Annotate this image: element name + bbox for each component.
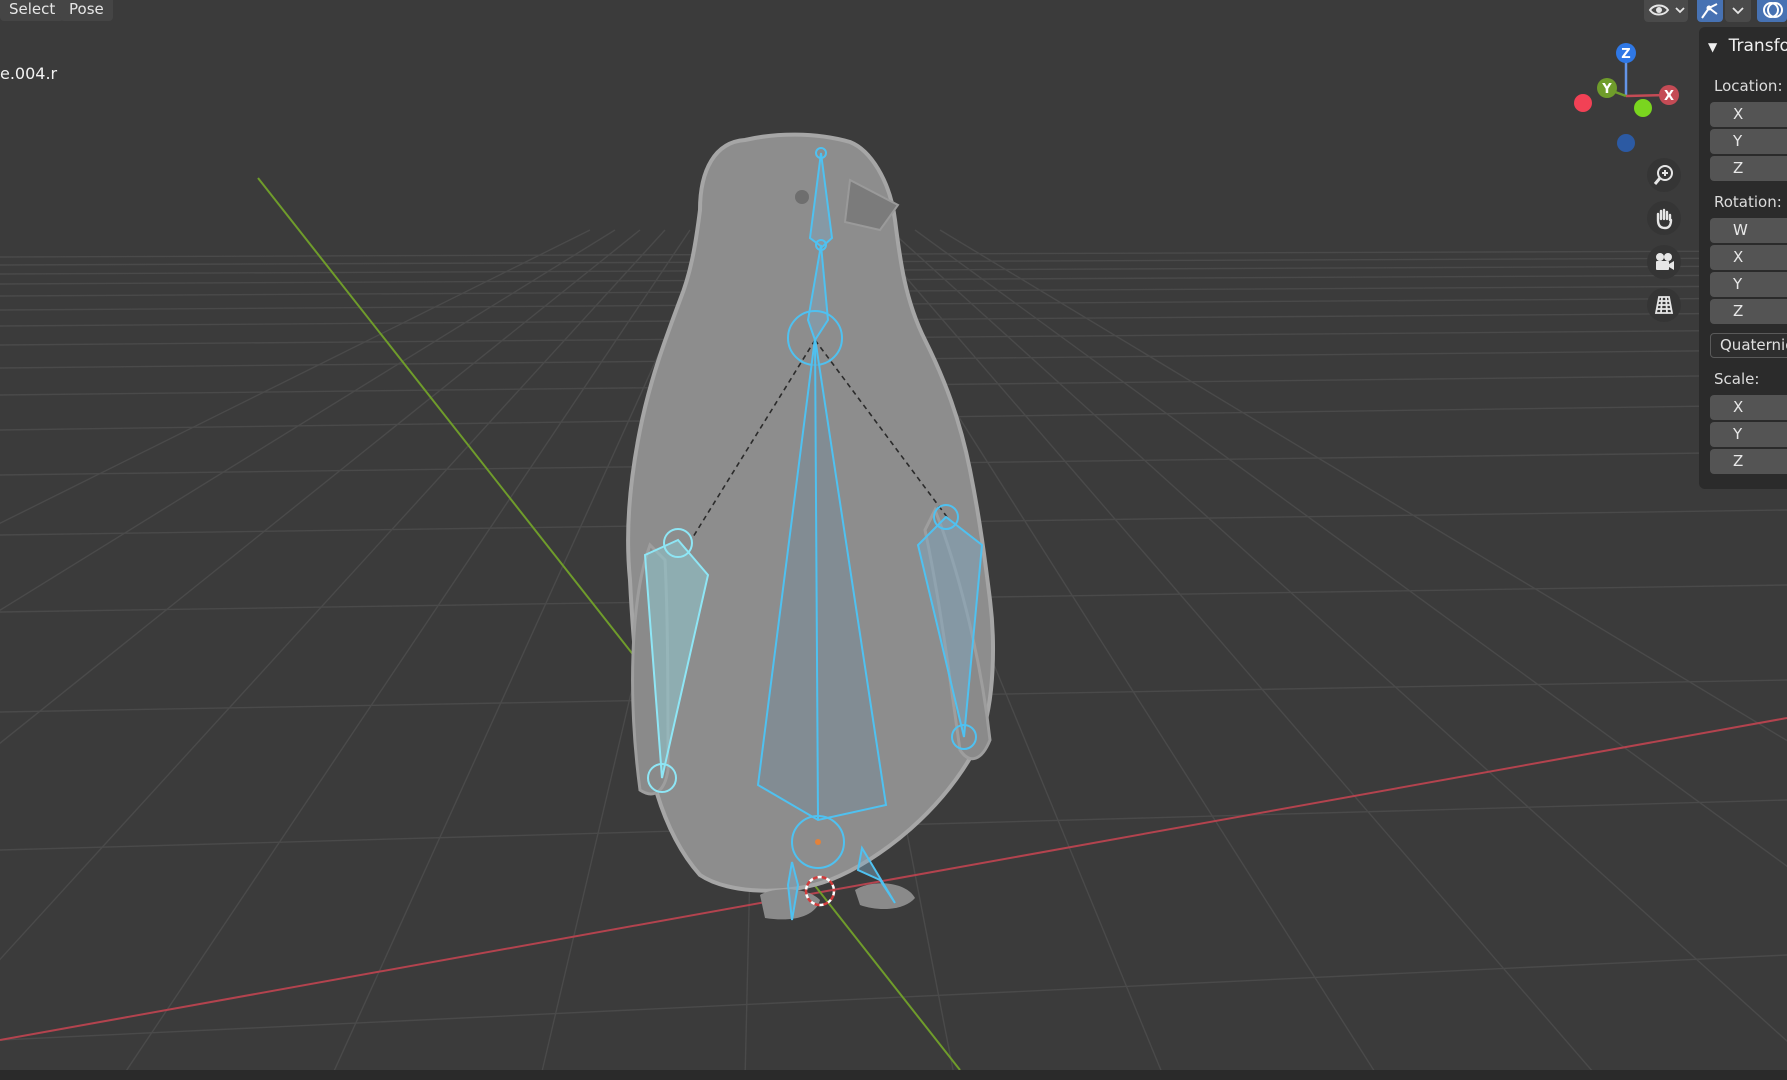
gizmo-neg-z-circle	[1617, 134, 1635, 152]
active-bone-label: e.004.r	[0, 64, 58, 83]
location-label: Location:	[1714, 77, 1783, 95]
zoom-icon[interactable]	[1647, 158, 1681, 192]
camera-icon[interactable]	[1647, 245, 1681, 279]
location-z-field[interactable]: Z	[1710, 156, 1787, 181]
dropdown-chevron-icon[interactable]	[1725, 0, 1751, 22]
gizmo-neg-y-circle	[1634, 99, 1652, 117]
select-menu[interactable]: Select	[0, 0, 65, 21]
3d-viewport[interactable]: Z X Y	[0, 0, 1787, 1080]
scale-x-field[interactable]: X	[1710, 395, 1787, 420]
gizmo-neg-x-circle	[1574, 94, 1592, 112]
rotation-w-field[interactable]: W	[1710, 218, 1787, 243]
visibility-eye-icon[interactable]	[1644, 0, 1688, 22]
rotation-mode-dropdown[interactable]: Quaternio	[1710, 333, 1787, 358]
transform-sidebar-panel[interactable]: ▼ Transfo Location: X Y Z Rotation: W X …	[1699, 27, 1787, 489]
scale-y-field[interactable]: Y	[1710, 422, 1787, 447]
location-x-field[interactable]: X	[1710, 102, 1787, 127]
pose-menu[interactable]: Pose	[60, 0, 113, 21]
gizmo-x-label: X	[1664, 89, 1674, 104]
transform-panel-title: Transfo	[1728, 36, 1787, 56]
rotation-z-field[interactable]: Z	[1710, 299, 1787, 324]
gizmo-y-label: Y	[1601, 82, 1612, 97]
gizmo-toggle-icon[interactable]	[1697, 0, 1723, 22]
navigation-gizmo[interactable]: Z X Y	[1574, 43, 1679, 152]
location-y-field[interactable]: Y	[1710, 129, 1787, 154]
rotation-x-field[interactable]: X	[1710, 245, 1787, 270]
rotation-label: Rotation:	[1714, 193, 1782, 211]
scale-label: Scale:	[1714, 370, 1760, 388]
grid-ortho-icon[interactable]	[1647, 288, 1681, 322]
overlay-toggle-icon[interactable]	[1757, 0, 1787, 22]
collapse-triangle-icon[interactable]: ▼	[1708, 40, 1717, 54]
scale-z-field[interactable]: Z	[1710, 449, 1787, 474]
gizmo-z-label: Z	[1621, 47, 1630, 62]
transform-panel-header[interactable]: ▼ Transfo	[1708, 36, 1787, 56]
rotation-y-field[interactable]: Y	[1710, 272, 1787, 297]
hand-pan-icon[interactable]	[1647, 201, 1681, 235]
status-bar	[0, 1070, 1787, 1080]
